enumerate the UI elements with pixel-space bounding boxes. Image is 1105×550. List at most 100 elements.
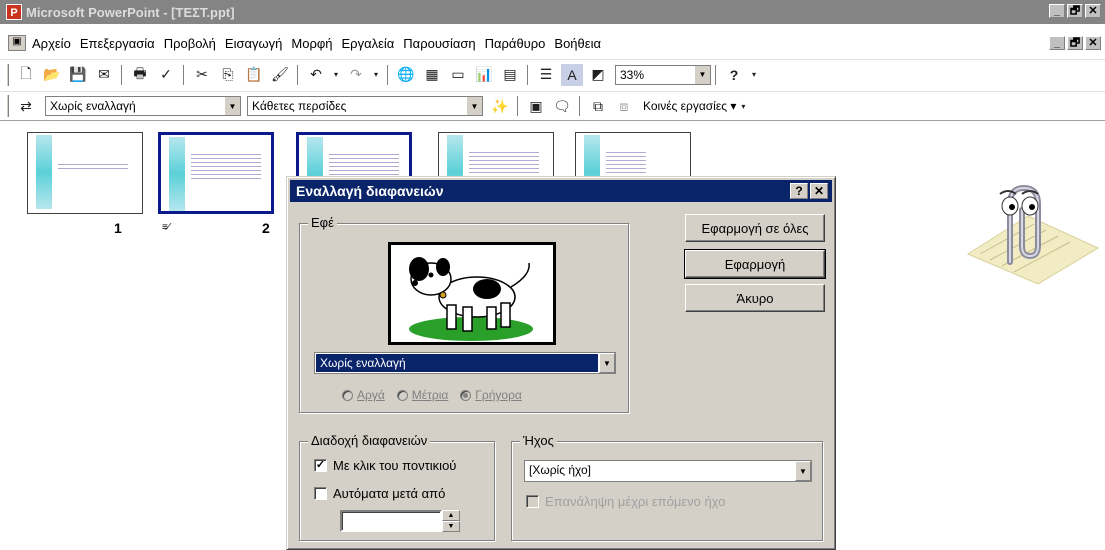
office-assistant-clippy[interactable] xyxy=(958,176,1104,286)
common-tasks-menu[interactable]: Κοινές εργασίες ▾ xyxy=(643,99,736,113)
insert-table-icon[interactable]: ▭ xyxy=(447,64,469,86)
automatically-after-checkbox[interactable]: Αυτόματα μετά από xyxy=(314,486,445,501)
new-slide-icon[interactable]: ▤ xyxy=(499,64,521,86)
chevron-down-icon[interactable]: ▼ xyxy=(795,461,811,481)
new-icon[interactable]: 🗋 xyxy=(15,64,37,86)
rehearse-timings-icon[interactable]: ⧈ xyxy=(613,95,635,117)
chevron-down-icon[interactable]: ▼ xyxy=(224,97,240,115)
grayscale-icon[interactable]: ◩ xyxy=(587,64,609,86)
doc-restore-button[interactable]: 🗗 xyxy=(1067,36,1083,50)
hide-slide-icon[interactable]: ⧉ xyxy=(587,95,609,117)
copy-icon[interactable]: ⎘ xyxy=(217,64,239,86)
on-mouse-click-checkbox[interactable]: ✓ Με κλικ του ποντικιού xyxy=(314,458,456,473)
save-icon[interactable]: 💾 xyxy=(67,64,89,86)
chevron-down-icon[interactable]: ▼ xyxy=(694,65,710,84)
spin-up-icon[interactable]: ▲ xyxy=(442,510,460,521)
apply-button[interactable]: Εφαρμογή xyxy=(684,249,826,279)
help-icon[interactable]: ? xyxy=(723,64,745,86)
slide-thumbnail-1[interactable] xyxy=(27,132,143,214)
loop-sound-label: Επανάληψη μέχρι επόμενο ήχο xyxy=(545,494,726,509)
restore-button[interactable]: 🗗 xyxy=(1067,4,1083,18)
window-title: Microsoft PowerPoint - [ΤΕΣΤ.ppt] xyxy=(26,4,235,20)
title-bar: P Microsoft PowerPoint - [ΤΕΣΤ.ppt] _ 🗗 … xyxy=(0,0,1105,24)
toolbar-grip[interactable] xyxy=(6,63,9,86)
doc-minimize-button[interactable]: _ xyxy=(1049,36,1065,50)
cut-icon[interactable]: ✂ xyxy=(191,64,213,86)
separator xyxy=(183,64,185,85)
minimize-button[interactable]: _ xyxy=(1049,4,1065,18)
expand-all-icon[interactable]: ☰ xyxy=(535,64,557,86)
effect-preview xyxy=(388,242,556,345)
powerpoint-app-icon[interactable]: P xyxy=(6,4,22,20)
menu-file[interactable]: Αρχείο xyxy=(32,36,78,51)
animation-preset-icon[interactable]: ✨ xyxy=(489,95,511,117)
effect-group-label: Εφέ xyxy=(308,215,337,230)
sound-group-label: Ήχος xyxy=(520,433,557,448)
speaker-notes-icon[interactable]: 🗨 xyxy=(551,95,573,117)
spelling-icon[interactable]: ✓ xyxy=(155,64,177,86)
menu-slideshow[interactable]: Παρουσίαση xyxy=(403,36,482,51)
spinner-buttons: ▲ ▼ xyxy=(442,510,460,532)
speed-slow-radio[interactable]: Αργά xyxy=(342,388,385,402)
menu-insert[interactable]: Εισαγωγή xyxy=(225,36,289,51)
on-mouse-click-label: Με κλικ του ποντικιού xyxy=(333,458,457,473)
close-button[interactable]: ✕ xyxy=(1085,4,1101,18)
menu-window[interactable]: Παράθυρο xyxy=(485,36,553,51)
standard-toolbar: 🗋 📂 💾 ✉ 🖶 ✓ ✂ ⎘ 📋 🖌 ↶ ▾ ↷ ▾ 🌐 ▦ ▭ 📊 ▤ ☰ … xyxy=(0,59,1105,89)
doc-close-button[interactable]: ✕ xyxy=(1085,36,1101,50)
chevron-down-icon[interactable]: ▼ xyxy=(599,353,615,373)
dialog-help-button[interactable]: ? xyxy=(790,183,808,199)
slide-sorter-toolbar: ⇄ Χωρίς εναλλαγή ▼ Κάθετες περσίδες ▼ ✨ … xyxy=(0,91,1105,121)
sound-select[interactable]: [Χωρίς ήχο] ▼ xyxy=(524,460,812,482)
speed-fast-radio[interactable]: Γρήγορα xyxy=(460,388,522,402)
separator xyxy=(387,64,389,85)
speed-slow-label: Αργά xyxy=(357,388,385,402)
cancel-button[interactable]: Άκυρο xyxy=(685,284,825,312)
toolbar-options-icon[interactable]: ▾ xyxy=(738,95,748,117)
toolbar-options-icon[interactable]: ▾ xyxy=(749,64,759,86)
menu-format[interactable]: Μορφή xyxy=(291,36,339,51)
summary-slide-icon[interactable]: ▣ xyxy=(525,95,547,117)
open-icon[interactable]: 📂 xyxy=(41,64,63,86)
speed-medium-radio[interactable]: Μέτρια xyxy=(396,388,448,402)
print-icon[interactable]: 🖶 xyxy=(129,64,151,86)
redo-icon[interactable]: ↷ xyxy=(345,64,367,86)
effect-select[interactable]: Κάθετες περσίδες ▼ xyxy=(247,96,483,116)
menu-view[interactable]: Προβολή xyxy=(164,36,223,51)
effect-group: Εφέ Χωρίς εναλλαγή ▼ Αργά Μέτρια Γρήγορα xyxy=(299,215,629,413)
menu-tools[interactable]: Εργαλεία xyxy=(342,36,402,51)
transition-icon[interactable]: ⇄ xyxy=(15,95,37,117)
slide-thumbnail-2[interactable] xyxy=(158,132,274,214)
format-painter-icon[interactable]: 🖌 xyxy=(269,64,291,86)
separator xyxy=(527,64,529,85)
separator xyxy=(579,96,581,116)
hyperlink-icon[interactable]: 🌐 xyxy=(395,64,417,86)
effect-type-value: Χωρίς εναλλαγή xyxy=(316,354,598,372)
transition-indicator-icon[interactable]: ≡⁄ xyxy=(162,222,170,233)
toolbar-grip[interactable] xyxy=(6,95,9,117)
table-icon[interactable]: ▦ xyxy=(421,64,443,86)
chart-icon[interactable]: 📊 xyxy=(473,64,495,86)
dialog-close-button[interactable]: ✕ xyxy=(810,183,828,199)
apply-to-all-button[interactable]: Εφαρμογή σε όλες xyxy=(685,214,825,242)
zoom-select[interactable]: 33% ▼ xyxy=(615,64,711,85)
loop-sound-checkbox[interactable]: Επανάληψη μέχρι επόμενο ήχο xyxy=(526,494,725,509)
menu-help[interactable]: Βοήθεια xyxy=(554,36,608,51)
effect-type-select[interactable]: Χωρίς εναλλαγή ▼ xyxy=(314,352,616,374)
menu-bar: ▣ Αρχείο Επεξεργασία Προβολή Εισαγωγή Μο… xyxy=(0,30,1105,56)
separator xyxy=(121,64,123,85)
spin-down-icon[interactable]: ▼ xyxy=(442,521,460,532)
document-icon[interactable]: ▣ xyxy=(8,35,26,51)
automatically-after-label: Αυτόματα μετά από xyxy=(333,486,446,501)
show-formatting-icon[interactable]: A xyxy=(561,63,583,86)
redo-dropdown-icon[interactable]: ▾ xyxy=(371,64,381,86)
email-icon[interactable]: ✉ xyxy=(93,64,115,86)
undo-icon[interactable]: ↶ xyxy=(305,64,327,86)
undo-dropdown-icon[interactable]: ▾ xyxy=(331,64,341,86)
transition-select[interactable]: Χωρίς εναλλαγή ▼ xyxy=(45,96,241,116)
auto-time-input[interactable] xyxy=(340,510,442,532)
chevron-down-icon[interactable]: ▼ xyxy=(466,97,482,115)
menu-edit[interactable]: Επεξεργασία xyxy=(80,36,162,51)
paste-icon[interactable]: 📋 xyxy=(243,64,265,86)
checkmark-icon: ✓ xyxy=(314,459,327,472)
